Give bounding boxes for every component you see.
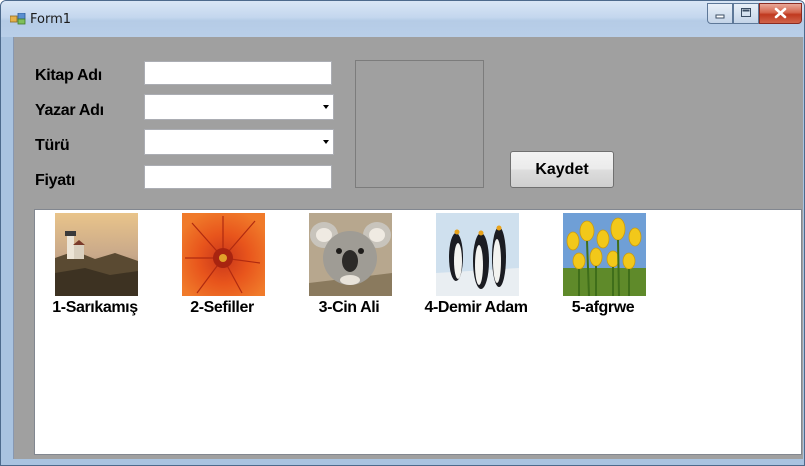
window-title: Form1 xyxy=(30,12,72,27)
yazar-adi-combobox[interactable] xyxy=(144,94,334,120)
form1-window: Form1 Kitap Adı Yazar Adı Türü Fiyatı Ka… xyxy=(0,0,805,466)
list-item[interactable]: 1-Sarıkamış xyxy=(35,213,155,323)
list-item[interactable]: 4-Demir Adam xyxy=(416,213,536,323)
title-bar[interactable]: Form1 xyxy=(1,1,804,37)
fiyati-label: Fiyatı xyxy=(35,172,75,189)
kitap-adi-label: Kitap Adı xyxy=(35,67,102,84)
tulips-image xyxy=(563,213,646,296)
maximize-button[interactable] xyxy=(733,3,759,24)
list-item[interactable]: 2-Sefiller xyxy=(162,213,282,323)
cover-picturebox xyxy=(355,60,484,188)
form-client-area: Kitap Adı Yazar Adı Türü Fiyatı Kaydet 1… xyxy=(13,37,803,459)
fiyati-input[interactable] xyxy=(144,165,332,189)
turu-combobox[interactable] xyxy=(144,129,334,155)
books-listview[interactable]: 1-Sarıkamış 2-Sefiller 3-Cin Ali 4-Demir… xyxy=(34,209,802,455)
lighthouse-image xyxy=(55,213,138,296)
turu-label: Türü xyxy=(35,137,70,154)
item-label: 4-Demir Adam xyxy=(424,299,528,316)
dropdown-arrow-icon[interactable] xyxy=(323,140,329,144)
app-icon xyxy=(10,13,26,25)
dropdown-arrow-icon[interactable] xyxy=(323,105,329,109)
close-button[interactable] xyxy=(759,3,802,24)
close-icon xyxy=(774,7,787,19)
chrysanthemum-image xyxy=(182,213,265,296)
minimize-button[interactable] xyxy=(707,3,733,24)
yazar-adi-label: Yazar Adı xyxy=(35,102,104,119)
koala-image xyxy=(309,213,392,296)
kitap-adi-input[interactable] xyxy=(144,61,332,85)
item-label: 2-Sefiller xyxy=(190,299,254,316)
item-label: 3-Cin Ali xyxy=(318,299,380,316)
penguins-image xyxy=(436,213,519,296)
item-label: 1-Sarıkamış xyxy=(52,299,138,316)
list-item[interactable]: 3-Cin Ali xyxy=(289,213,409,323)
minimize-icon xyxy=(715,14,725,19)
kaydet-button[interactable]: Kaydet xyxy=(510,151,614,188)
list-item[interactable]: 5-afgrwe xyxy=(543,213,663,323)
item-label: 5-afgrwe xyxy=(571,299,635,316)
maximize-icon xyxy=(741,8,751,17)
